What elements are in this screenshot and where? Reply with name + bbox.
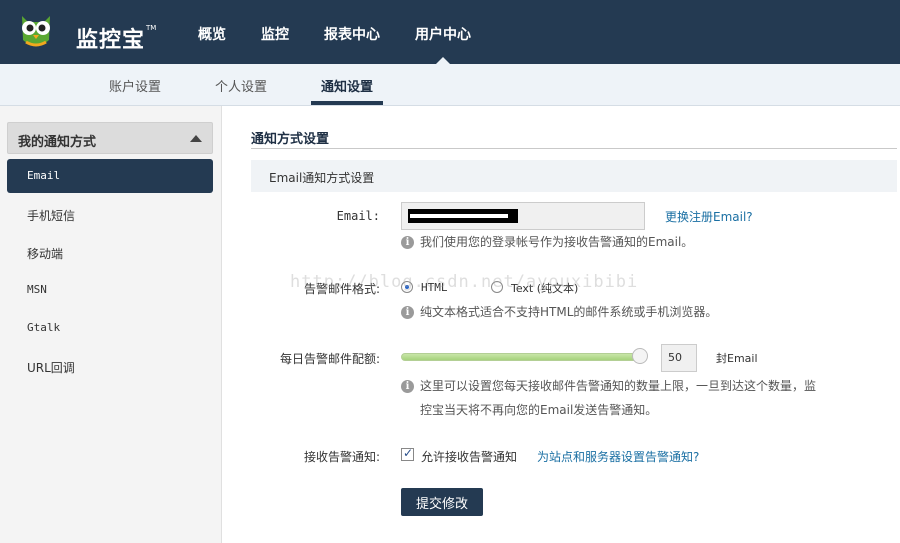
collapse-caret-icon[interactable] xyxy=(190,135,202,142)
info-icon: i xyxy=(401,236,414,249)
email-field[interactable] xyxy=(401,202,645,230)
page-title: 通知方式设置 xyxy=(251,132,330,147)
change-email-link[interactable]: 更换注册Email? xyxy=(665,208,753,225)
quota-input[interactable]: 50 xyxy=(661,344,697,372)
sidebar-item-gtalk[interactable]: Gtalk xyxy=(7,311,213,345)
section-header-label: Email通知方式设置 xyxy=(269,171,375,185)
allow-alerts-label[interactable]: 允许接收告警通知 xyxy=(421,448,517,465)
sidebar-item-label: MSN xyxy=(27,283,47,296)
info-icon: i xyxy=(401,306,414,319)
sidebar-item-label: 移动端 xyxy=(27,247,64,261)
sidebar-item-url-callback[interactable]: URL回调 xyxy=(7,349,213,383)
owl-logo-icon xyxy=(22,16,50,47)
tab-personal-settings[interactable]: 个人设置 xyxy=(215,76,267,95)
sidebar-item-msn[interactable]: MSN xyxy=(7,273,213,307)
top-nav: 监控宝 TM 概览 监控 报表中心 用户中心 xyxy=(0,0,900,64)
format-hint: i 纯文本格式适合不支持HTML的邮件系统或手机浏览器。 xyxy=(401,300,717,324)
active-nav-caret xyxy=(436,57,450,64)
quota-hint-line1: 这里可以设置您每天接收邮件告警通知的数量上限，一旦到达这个数量，监 xyxy=(420,379,817,393)
sub-nav: 账户设置 个人设置 通知设置 xyxy=(0,64,900,106)
allow-alerts-checkbox[interactable] xyxy=(401,446,414,461)
receive-label: 接收告警通知: xyxy=(303,450,380,464)
sidebar-item-mobile[interactable]: 移动端 xyxy=(7,235,213,269)
format-label: 告警邮件格式: xyxy=(303,282,380,296)
email-hint-text: 我们使用您的登录帐号作为接收告警通知的Email。 xyxy=(420,235,694,249)
sidebar-item-email[interactable]: Email xyxy=(7,159,213,193)
quota-unit: 封Email xyxy=(716,352,758,365)
brand-name: 监控宝 xyxy=(76,28,146,53)
sidebar-header[interactable]: 我的通知方式 xyxy=(7,122,213,154)
email-hint: i 我们使用您的登录帐号作为接收告警通知的Email。 xyxy=(401,230,693,254)
format-text-radio[interactable] xyxy=(491,281,503,293)
format-html-radio[interactable] xyxy=(401,281,413,293)
tab-account-settings[interactable]: 账户设置 xyxy=(109,76,161,95)
quota-slider[interactable] xyxy=(401,353,639,361)
quota-hint: i 这里可以设置您每天接收邮件告警通知的数量上限，一旦到达这个数量，监 xyxy=(401,374,816,398)
sidebar-item-label: Gtalk xyxy=(27,321,61,334)
tab-notification-settings[interactable]: 通知设置 xyxy=(321,76,373,95)
sidebar-item-label: URL回调 xyxy=(27,361,75,375)
quota-hint-line2: 控宝当天将不再向您的Email发送告警通知。 xyxy=(420,403,658,417)
nav-user-center[interactable]: 用户中心 xyxy=(415,24,471,44)
title-divider xyxy=(251,148,897,149)
sidebar-item-label: 手机短信 xyxy=(27,209,76,223)
sidebar: 我的通知方式 Email 手机短信 移动端 MSN Gtalk URL回调 xyxy=(0,106,222,543)
submit-button[interactable]: 提交修改 xyxy=(401,488,483,516)
section-header: Email通知方式设置 xyxy=(251,160,897,192)
sidebar-item-sms[interactable]: 手机短信 xyxy=(7,197,213,231)
sidebar-header-label: 我的通知方式 xyxy=(18,135,97,150)
nav-overview[interactable]: 概览 xyxy=(198,24,226,44)
quota-label: 每日告警邮件配额: xyxy=(279,352,380,366)
info-icon: i xyxy=(401,380,414,393)
format-text-label[interactable]: Text (纯文本) xyxy=(511,280,578,296)
sidebar-item-label: Email xyxy=(27,169,61,182)
brand-tm: TM xyxy=(146,24,157,32)
quota-slider-handle[interactable] xyxy=(632,348,648,364)
nav-monitor[interactable]: 监控 xyxy=(261,24,289,44)
nav-reports[interactable]: 报表中心 xyxy=(324,24,380,44)
format-html-label[interactable]: HTML xyxy=(421,281,448,294)
logo[interactable]: 监控宝 TM xyxy=(16,10,156,54)
format-hint-text: 纯文本格式适合不支持HTML的邮件系统或手机浏览器。 xyxy=(420,305,718,319)
active-tab-underline xyxy=(311,101,383,105)
redacted-email xyxy=(408,209,518,223)
configure-alerts-link[interactable]: 为站点和服务器设置告警通知? xyxy=(537,448,699,465)
email-label: Email: xyxy=(336,209,380,223)
